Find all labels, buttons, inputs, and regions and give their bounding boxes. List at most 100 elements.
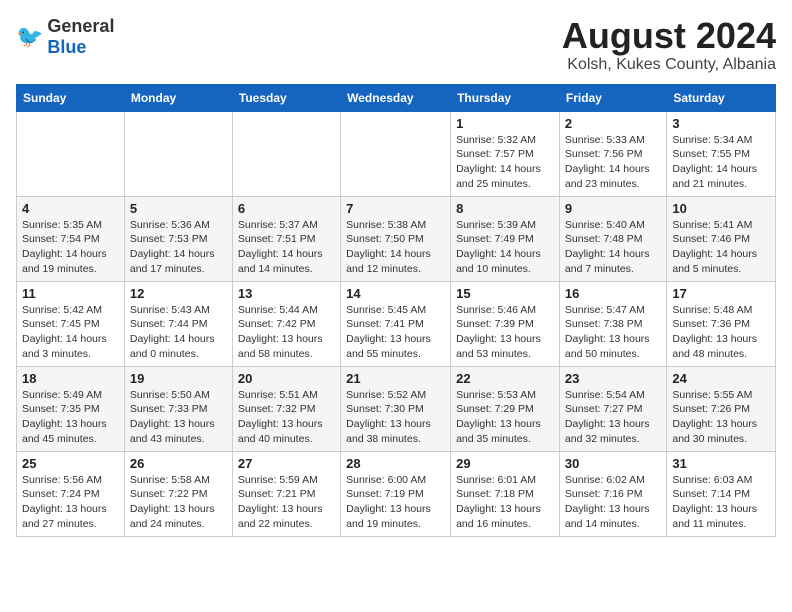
calendar-cell: 9Sunrise: 5:40 AM Sunset: 7:48 PM Daylig…: [559, 196, 666, 281]
day-info: Sunrise: 5:51 AM Sunset: 7:32 PM Dayligh…: [238, 388, 335, 447]
calendar-cell: 29Sunrise: 6:01 AM Sunset: 7:18 PM Dayli…: [451, 451, 560, 536]
day-info: Sunrise: 6:03 AM Sunset: 7:14 PM Dayligh…: [672, 473, 770, 532]
day-info: Sunrise: 5:55 AM Sunset: 7:26 PM Dayligh…: [672, 388, 770, 447]
day-number: 15: [456, 286, 554, 301]
calendar-cell: 18Sunrise: 5:49 AM Sunset: 7:35 PM Dayli…: [17, 366, 125, 451]
calendar-cell: 21 Sunrise: 5:52 AM Sunset: 7:30 PM Dayli…: [341, 366, 451, 451]
day-number: 17: [672, 286, 770, 301]
calendar-week-row: 1 Sunrise: 5:32 AM Sunset: 7:57 PM Daylig…: [17, 111, 776, 196]
day-number: 8: [456, 201, 554, 216]
calendar-cell: 7 Sunrise: 5:38 AM Sunset: 7:50 PM Daylig…: [341, 196, 451, 281]
day-number: 31: [672, 456, 770, 471]
calendar-cell: 5 Sunrise: 5:36 AM Sunset: 7:53 PM Daylig…: [124, 196, 232, 281]
weekday-header-thursday: Thursday: [451, 84, 560, 111]
day-info: Sunrise: 5:59 AM Sunset: 7:21 PM Dayligh…: [238, 473, 335, 532]
calendar-cell: 24 Sunrise: 5:55 AM Sunset: 7:26 PM Dayli…: [667, 366, 776, 451]
day-number: 26: [130, 456, 227, 471]
day-info: Sunrise: 5:39 AM Sunset: 7:49 PM Dayligh…: [456, 218, 554, 277]
day-number: 25: [22, 456, 119, 471]
calendar-cell: 23 Sunrise: 5:54 AM Sunset: 7:27 PM Dayli…: [559, 366, 666, 451]
day-number: 2: [565, 116, 661, 131]
day-number: 20: [238, 371, 335, 386]
day-info: Sunrise: 5:43 AM Sunset: 7:44 PM Dayligh…: [130, 303, 227, 362]
day-info: Sunrise: 5:34 AM Sunset: 7:55 PM Dayligh…: [672, 133, 770, 192]
day-number: 22: [456, 371, 554, 386]
day-number: 11: [22, 286, 119, 301]
calendar-week-row: 18Sunrise: 5:49 AM Sunset: 7:35 PM Dayli…: [17, 366, 776, 451]
day-number: 10: [672, 201, 770, 216]
day-number: 21: [346, 371, 445, 386]
calendar-cell: 26Sunrise: 5:58 AM Sunset: 7:22 PM Dayli…: [124, 451, 232, 536]
calendar-cell: 6Sunrise: 5:37 AM Sunset: 7:51 PM Daylig…: [232, 196, 340, 281]
day-number: 19: [130, 371, 227, 386]
day-number: 24: [672, 371, 770, 386]
day-info: Sunrise: 5:52 AM Sunset: 7:30 PM Dayligh…: [346, 388, 445, 447]
calendar-cell: 4 Sunrise: 5:35 AM Sunset: 7:54 PM Daylig…: [17, 196, 125, 281]
day-info: Sunrise: 6:02 AM Sunset: 7:16 PM Dayligh…: [565, 473, 661, 532]
day-number: 7: [346, 201, 445, 216]
calendar-cell: [17, 111, 125, 196]
calendar-cell: 31 Sunrise: 6:03 AM Sunset: 7:14 PM Dayli…: [667, 451, 776, 536]
calendar-cell: 2 Sunrise: 5:33 AM Sunset: 7:56 PM Daylig…: [559, 111, 666, 196]
day-info: Sunrise: 5:33 AM Sunset: 7:56 PM Dayligh…: [565, 133, 661, 192]
day-number: 28: [346, 456, 445, 471]
calendar-week-row: 11 Sunrise: 5:42 AM Sunset: 7:45 PM Dayli…: [17, 281, 776, 366]
calendar-cell: 12 Sunrise: 5:43 AM Sunset: 7:44 PM Dayli…: [124, 281, 232, 366]
day-info: Sunrise: 6:00 AM Sunset: 7:19 PM Dayligh…: [346, 473, 445, 532]
day-number: 1: [456, 116, 554, 131]
day-info: Sunrise: 5:36 AM Sunset: 7:53 PM Dayligh…: [130, 218, 227, 277]
calendar-cell: 14 Sunrise: 5:45 AM Sunset: 7:41 PM Dayli…: [341, 281, 451, 366]
calendar-cell: 25 Sunrise: 5:56 AM Sunset: 7:24 PM Dayli…: [17, 451, 125, 536]
calendar-week-row: 25 Sunrise: 5:56 AM Sunset: 7:24 PM Dayli…: [17, 451, 776, 536]
day-number: 18: [22, 371, 119, 386]
logo-general-text: General: [47, 16, 114, 36]
day-number: 5: [130, 201, 227, 216]
day-info: Sunrise: 5:35 AM Sunset: 7:54 PM Dayligh…: [22, 218, 119, 277]
day-info: Sunrise: 5:50 AM Sunset: 7:33 PM Dayligh…: [130, 388, 227, 447]
day-number: 14: [346, 286, 445, 301]
day-number: 12: [130, 286, 227, 301]
day-info: Sunrise: 5:54 AM Sunset: 7:27 PM Dayligh…: [565, 388, 661, 447]
day-number: 16: [565, 286, 661, 301]
day-info: Sunrise: 5:45 AM Sunset: 7:41 PM Dayligh…: [346, 303, 445, 362]
logo-blue-text: Blue: [47, 37, 86, 57]
day-info: Sunrise: 5:56 AM Sunset: 7:24 PM Dayligh…: [22, 473, 119, 532]
day-info: Sunrise: 5:44 AM Sunset: 7:42 PM Dayligh…: [238, 303, 335, 362]
calendar-cell: 22Sunrise: 5:53 AM Sunset: 7:29 PM Dayli…: [451, 366, 560, 451]
day-number: 3: [672, 116, 770, 131]
weekday-header-sunday: Sunday: [17, 84, 125, 111]
weekday-header-row: SundayMondayTuesdayWednesdayThursdayFrid…: [17, 84, 776, 111]
calendar-cell: 16Sunrise: 5:47 AM Sunset: 7:38 PM Dayli…: [559, 281, 666, 366]
day-info: Sunrise: 5:32 AM Sunset: 7:57 PM Dayligh…: [456, 133, 554, 192]
day-info: Sunrise: 5:42 AM Sunset: 7:45 PM Dayligh…: [22, 303, 119, 362]
calendar-cell: 17Sunrise: 5:48 AM Sunset: 7:36 PM Dayli…: [667, 281, 776, 366]
calendar-cell: 19 Sunrise: 5:50 AM Sunset: 7:33 PM Dayli…: [124, 366, 232, 451]
month-year-title: August 2024: [562, 16, 776, 56]
calendar-table: SundayMondayTuesdayWednesdayThursdayFrid…: [16, 84, 776, 537]
title-area: August 2024 Kolsh, Kukes County, Albania: [562, 16, 776, 74]
day-number: 30: [565, 456, 661, 471]
day-info: Sunrise: 5:46 AM Sunset: 7:39 PM Dayligh…: [456, 303, 554, 362]
day-info: Sunrise: 6:01 AM Sunset: 7:18 PM Dayligh…: [456, 473, 554, 532]
weekday-header-tuesday: Tuesday: [232, 84, 340, 111]
calendar-cell: 1 Sunrise: 5:32 AM Sunset: 7:57 PM Daylig…: [451, 111, 560, 196]
calendar-cell: 28 Sunrise: 6:00 AM Sunset: 7:19 PM Dayli…: [341, 451, 451, 536]
day-number: 23: [565, 371, 661, 386]
day-number: 27: [238, 456, 335, 471]
logo: 🐦 General Blue: [16, 16, 114, 58]
weekday-header-friday: Friday: [559, 84, 666, 111]
header: 🐦 General Blue August 2024 Kolsh, Kukes …: [16, 16, 776, 74]
calendar-cell: [232, 111, 340, 196]
day-number: 13: [238, 286, 335, 301]
calendar-cell: 27 Sunrise: 5:59 AM Sunset: 7:21 PM Dayli…: [232, 451, 340, 536]
calendar-cell: 3 Sunrise: 5:34 AM Sunset: 7:55 PM Daylig…: [667, 111, 776, 196]
calendar-cell: 11 Sunrise: 5:42 AM Sunset: 7:45 PM Dayli…: [17, 281, 125, 366]
calendar-cell: 20 Sunrise: 5:51 AM Sunset: 7:32 PM Dayli…: [232, 366, 340, 451]
calendar-week-row: 4 Sunrise: 5:35 AM Sunset: 7:54 PM Daylig…: [17, 196, 776, 281]
day-number: 4: [22, 201, 119, 216]
day-info: Sunrise: 5:38 AM Sunset: 7:50 PM Dayligh…: [346, 218, 445, 277]
calendar-cell: 13 Sunrise: 5:44 AM Sunset: 7:42 PM Dayli…: [232, 281, 340, 366]
location-subtitle: Kolsh, Kukes County, Albania: [562, 56, 776, 74]
weekday-header-wednesday: Wednesday: [341, 84, 451, 111]
day-number: 6: [238, 201, 335, 216]
